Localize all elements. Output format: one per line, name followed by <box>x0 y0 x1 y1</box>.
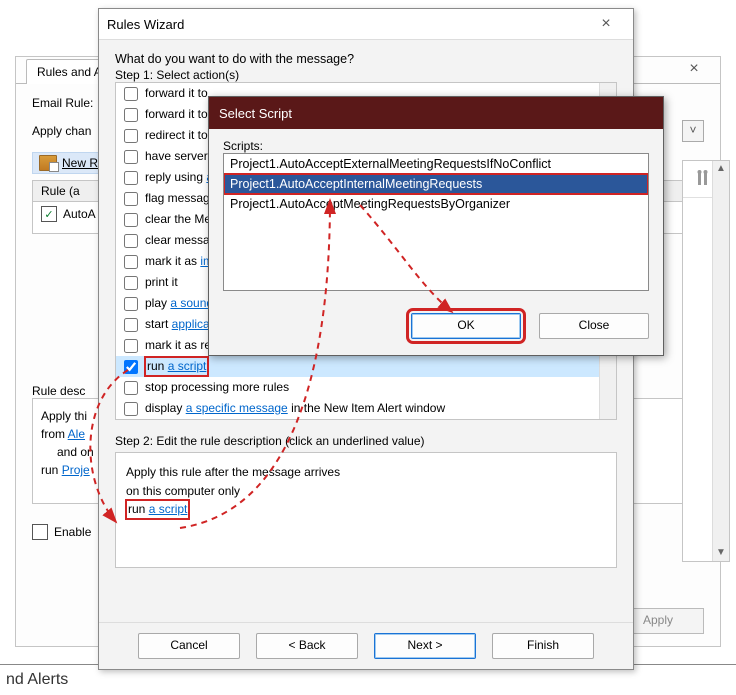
scrollbar[interactable]: ▲ ▼ <box>712 161 729 561</box>
action-checkbox[interactable] <box>124 297 138 311</box>
action-label: stop processing more rules <box>145 378 289 397</box>
action-label: redirect it to p <box>145 126 218 145</box>
ok-button[interactable]: OK <box>411 313 521 339</box>
action-label: forward it to <box>145 84 208 103</box>
wizard-title: Rules Wizard <box>107 17 587 32</box>
action-checkbox[interactable] <box>124 234 138 248</box>
step2-line: on this computer only <box>126 482 606 501</box>
action-checkbox[interactable] <box>124 171 138 185</box>
action-label: flag message <box>145 189 216 208</box>
root: nd Alerts × Rules and A Email Rule: Appl… <box>0 0 736 695</box>
action-row[interactable]: display a specific message in the New It… <box>116 398 616 419</box>
script-list-item[interactable]: Project1.AutoAcceptExternalMeetingReques… <box>224 154 648 174</box>
action-checkbox[interactable] <box>124 108 138 122</box>
action-checkbox[interactable] <box>124 276 138 290</box>
new-rule-button[interactable]: New R <box>32 152 105 174</box>
right-tool-column: ▲ ▼ <box>682 160 730 562</box>
email-rules-label: Email Rule: <box>32 96 93 110</box>
step2-script-link[interactable]: a script <box>149 502 188 516</box>
back-button[interactable]: < Back <box>256 633 358 659</box>
enable-rules-checkbox[interactable] <box>32 524 48 540</box>
desc-line: run <box>41 463 62 477</box>
action-label: forward it to <box>145 105 208 124</box>
action-checkbox[interactable] <box>124 192 138 206</box>
action-row[interactable]: display a Desktop Alert <box>116 419 616 420</box>
scroll-down-icon[interactable]: ▼ <box>713 545 729 561</box>
enable-rules-label: Enable <box>54 525 91 539</box>
cancel-button[interactable]: Cancel <box>138 633 240 659</box>
new-rule-label: New R <box>62 156 98 170</box>
close-button[interactable]: Close <box>539 313 649 339</box>
action-label: play a sound <box>145 294 213 313</box>
action-checkbox[interactable] <box>124 360 138 374</box>
desc-line: from <box>41 427 68 441</box>
action-label: mark it as rea <box>145 336 218 355</box>
scroll-up-icon[interactable]: ▲ <box>713 161 729 177</box>
action-checkbox[interactable] <box>124 129 138 143</box>
action-label: reply using a <box>145 168 213 187</box>
action-checkbox[interactable] <box>124 318 138 332</box>
action-checkbox[interactable] <box>124 402 138 416</box>
step2-label: Step 2: Edit the rule description (click… <box>115 434 617 448</box>
step2-run-text: run <box>128 502 149 516</box>
action-checkbox[interactable] <box>124 87 138 101</box>
desc-line: Apply thi <box>41 409 87 423</box>
action-checkbox[interactable] <box>124 213 138 227</box>
action-link[interactable]: a script <box>168 359 207 373</box>
action-checkbox[interactable] <box>124 339 138 353</box>
step1-label: Step 1: Select action(s) <box>115 68 617 82</box>
action-label: start applicati <box>145 315 216 334</box>
action-checkbox[interactable] <box>124 381 138 395</box>
action-label: clear the Mes <box>145 210 217 229</box>
select-script-title: Select Script <box>209 97 663 129</box>
select-script-dialog: Select Script Scripts: Project1.AutoAcce… <box>208 96 664 356</box>
action-label: print it <box>145 273 178 292</box>
rule-name-cell: AutoA <box>63 207 96 221</box>
action-link[interactable]: a specific message <box>186 401 288 415</box>
new-rule-icon <box>39 155 57 171</box>
script-list-item[interactable]: Project1.AutoAcceptInternalMeetingReques… <box>224 174 648 194</box>
action-link[interactable]: a sound <box>170 296 213 310</box>
action-checkbox[interactable] <box>124 255 138 269</box>
step2-line: Apply this rule after the message arrive… <box>126 463 606 482</box>
action-checkbox[interactable] <box>124 150 138 164</box>
step2-description-box: Apply this rule after the message arrive… <box>115 452 617 568</box>
desc-link[interactable]: Ale <box>68 427 85 441</box>
step2-run-script-highlight: run a script <box>126 500 189 519</box>
action-row[interactable]: stop processing more rules <box>116 377 616 398</box>
rule-enabled-checkbox[interactable]: ✓ <box>41 206 57 222</box>
close-icon[interactable]: × <box>674 59 714 79</box>
desc-line: and on <box>57 445 94 459</box>
scripts-label: Scripts: <box>223 139 649 153</box>
finish-button[interactable]: Finish <box>492 633 594 659</box>
close-icon[interactable]: × <box>587 15 625 33</box>
action-label: display a specific message in the New It… <box>145 399 445 418</box>
apply-changes-dropdown[interactable]: ˅ <box>682 120 704 142</box>
apply-changes-label: Apply chan <box>32 124 91 138</box>
script-list-item[interactable]: Project1.AutoAcceptMeetingRequestsByOrga… <box>224 194 648 214</box>
desc-link[interactable]: Proje <box>62 463 90 477</box>
action-row[interactable]: run a script <box>116 356 616 377</box>
next-button[interactable]: Next > <box>374 633 476 659</box>
wizard-question: What do you want to do with the message? <box>115 52 617 66</box>
scripts-listbox[interactable]: Project1.AutoAcceptExternalMeetingReques… <box>223 153 649 291</box>
action-label: run a script <box>145 357 208 376</box>
